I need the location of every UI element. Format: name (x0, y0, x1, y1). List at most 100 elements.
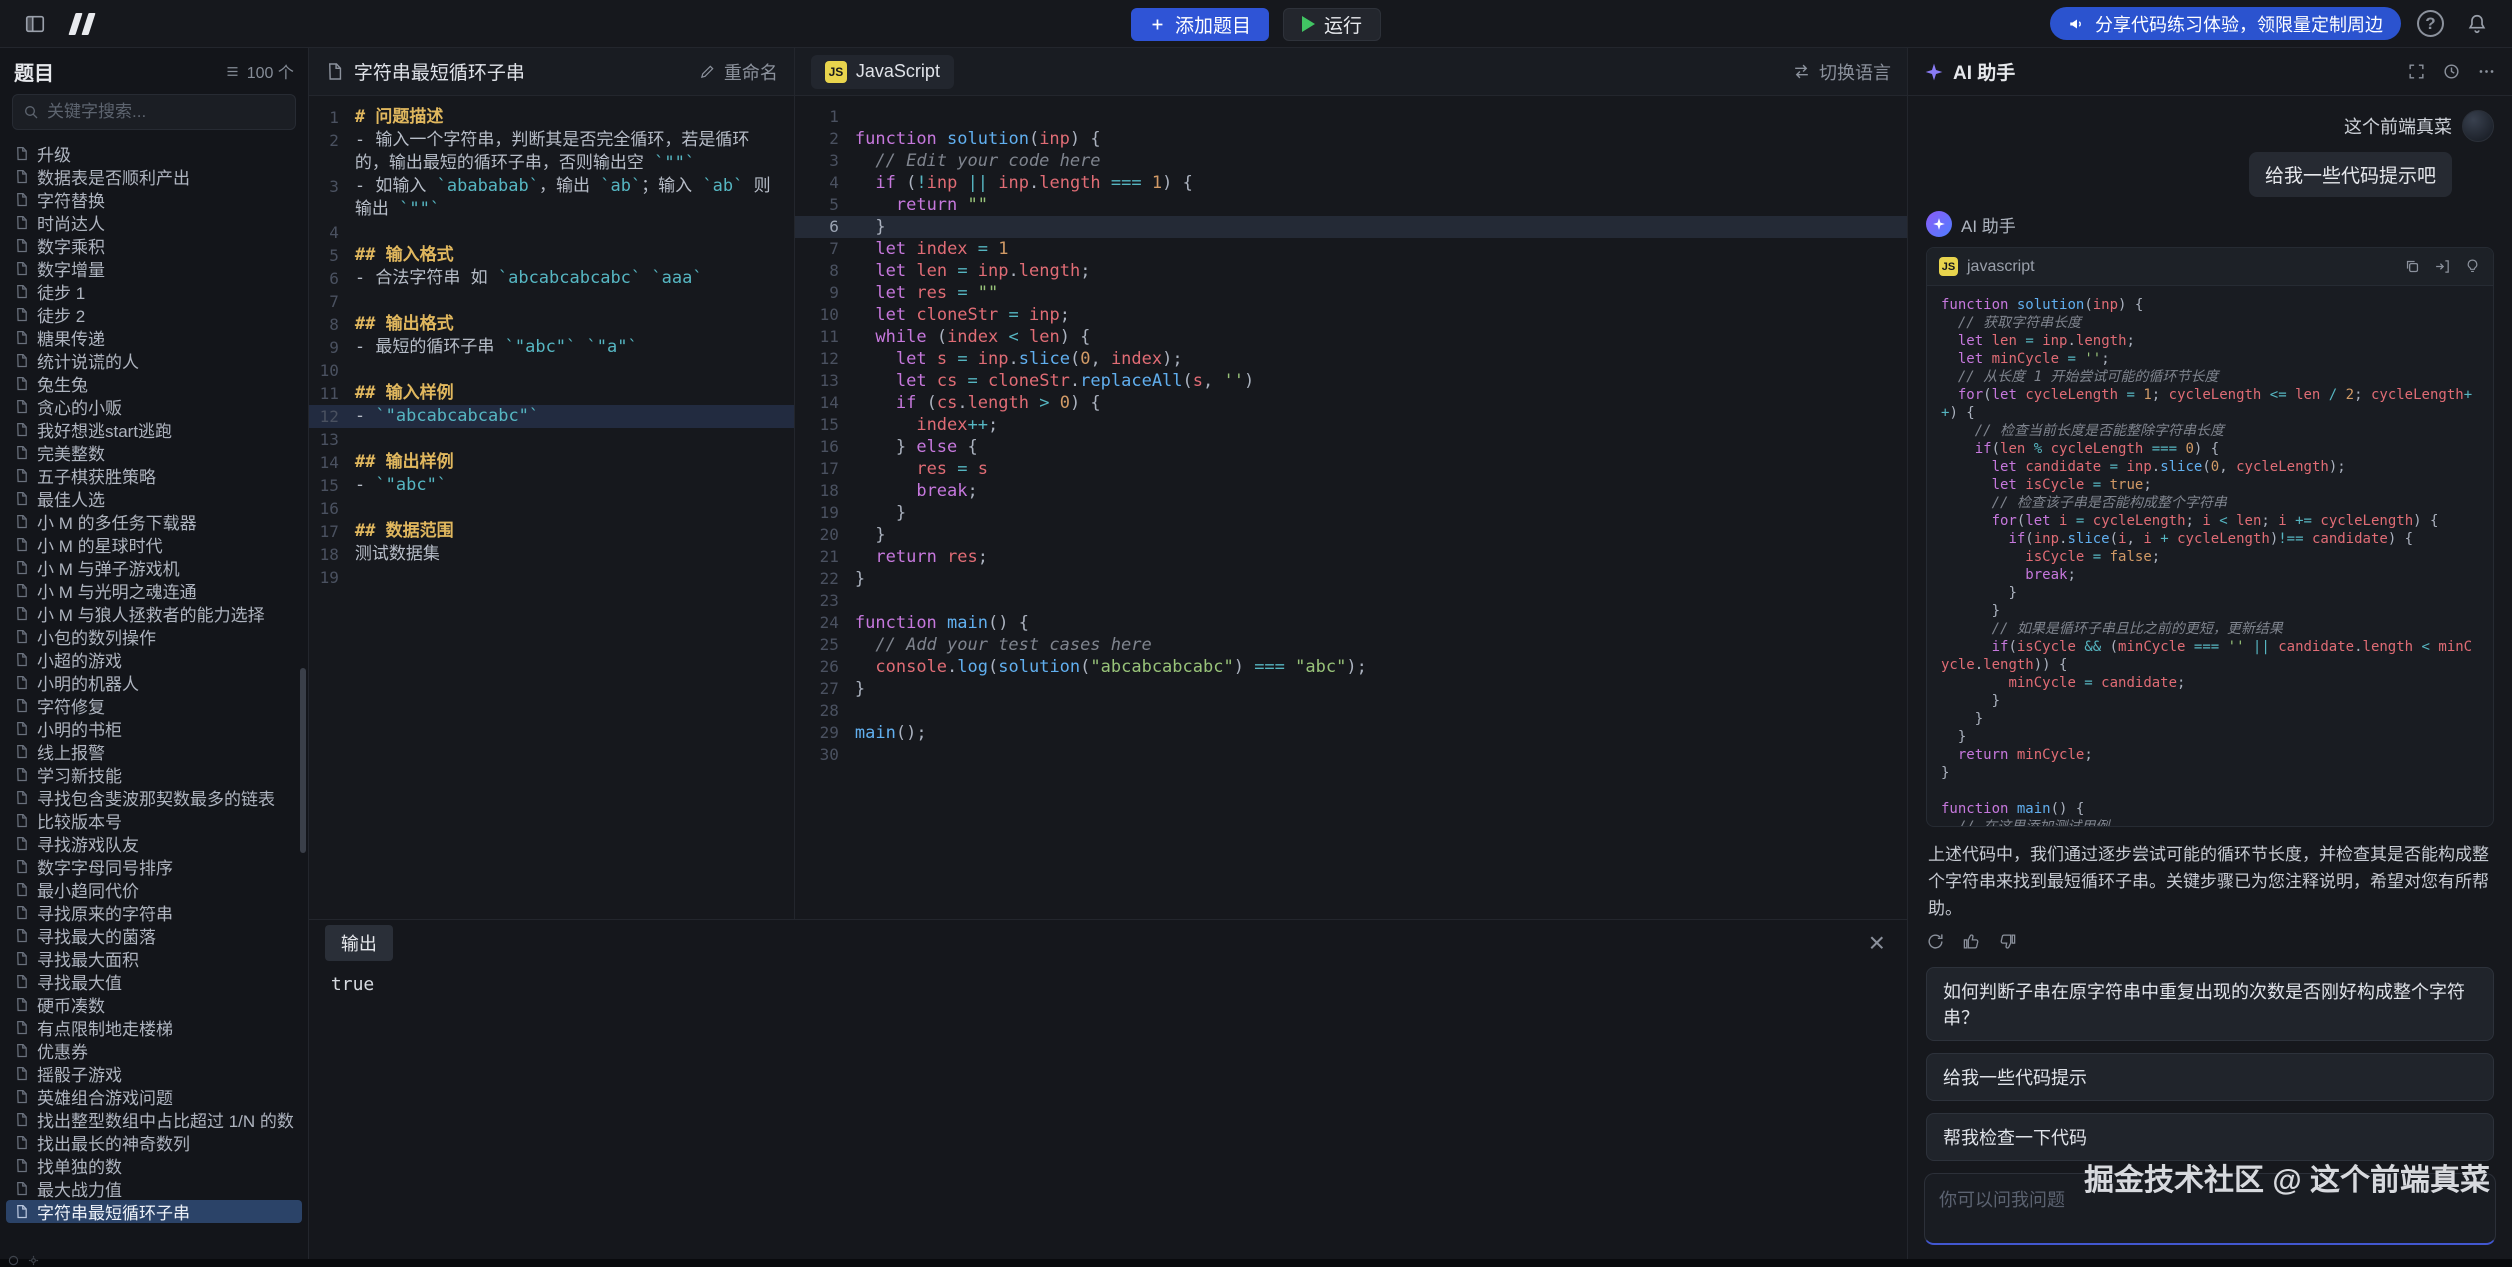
sidebar-item[interactable]: 有点限制地走楼梯 (6, 1016, 302, 1039)
bottom-strip (0, 1259, 2512, 1267)
line-number: 3 (795, 150, 855, 172)
app-logo[interactable] (68, 13, 96, 35)
sidebar-item[interactable]: 小明的机器人 (6, 671, 302, 694)
sidebar-item[interactable]: 数据表是否顺利产出 (6, 165, 302, 188)
output-tab[interactable]: 输出 (325, 925, 393, 961)
sidebar-item[interactable]: 贪心的小贩 (6, 395, 302, 418)
sidebar-item[interactable]: 英雄组合游戏问题 (6, 1085, 302, 1108)
sidebar-item-label: 最佳人选 (37, 487, 105, 510)
tab-javascript[interactable]: JS JavaScript (811, 55, 954, 89)
help-icon[interactable]: ? (2417, 10, 2444, 37)
problem-description[interactable]: 1# 问题描述2- 输入一个字符串，判断其是否完全循环，若是循环的，输出最短的循… (309, 96, 794, 919)
expand-icon[interactable] (2407, 62, 2426, 81)
switch-language-button[interactable]: 切换语言 (1792, 59, 1891, 85)
sidebar-item[interactable]: 小 M 与光明之魂连通 (6, 579, 302, 602)
sidebar-item[interactable]: 数字增量 (6, 257, 302, 280)
sidebar-item[interactable]: 寻找包含斐波那契数最多的链表 (6, 786, 302, 809)
rename-button[interactable]: 重命名 (699, 59, 778, 85)
sidebar-item[interactable]: 五子棋获胜策略 (6, 464, 302, 487)
sidebar-item[interactable]: 最大战力值 (6, 1177, 302, 1200)
search-input[interactable] (47, 102, 285, 122)
ai-code-line: let isCycle = true; (1941, 476, 2479, 494)
thumbs-down-icon[interactable] (1998, 932, 2017, 951)
line-number: 11 (309, 382, 355, 405)
ai-question-input[interactable] (1924, 1173, 2496, 1245)
regenerate-icon[interactable] (1926, 932, 1945, 951)
sidebar-item[interactable]: 摇骰子游戏 (6, 1062, 302, 1085)
logo-bar (68, 13, 82, 35)
sidebar-item-label: 徒步 2 (37, 303, 85, 326)
sidebar-item-label: 贪心的小贩 (37, 395, 122, 418)
sidebar-item[interactable]: 字符替换 (6, 188, 302, 211)
sidebar-item[interactable]: 找出整型数组中占比超过 1/N 的数 (6, 1108, 302, 1131)
more-icon[interactable] (2477, 62, 2496, 81)
search-box[interactable] (12, 94, 296, 130)
close-icon[interactable]: × (1863, 929, 1891, 957)
sidebar-toggle-icon[interactable] (18, 7, 52, 41)
insert-code-icon[interactable] (2434, 258, 2451, 275)
sidebar-item[interactable]: 字符串最短循环子串 (6, 1200, 302, 1223)
sidebar-item[interactable]: 升级 (6, 142, 302, 165)
status-gear-icon[interactable] (28, 1255, 39, 1266)
sidebar-item[interactable]: 小 M 的多任务下载器 (6, 510, 302, 533)
ai-code-line: let minCycle = ''; (1941, 350, 2479, 368)
promo-banner[interactable]: 分享代码练习体验，领限量定制周边 (2050, 7, 2401, 40)
sidebar-item[interactable]: 时尚达人 (6, 211, 302, 234)
sidebar-item[interactable]: 小超的游戏 (6, 648, 302, 671)
sidebar-item[interactable]: 字符修复 (6, 694, 302, 717)
ai-code-line: } (1941, 764, 2479, 782)
sidebar-item[interactable]: 糖果传递 (6, 326, 302, 349)
sidebar-item[interactable]: 找出最长的神奇数列 (6, 1131, 302, 1154)
sidebar-item[interactable]: 优惠券 (6, 1039, 302, 1062)
document-icon (14, 422, 29, 437)
code-line: 23 (795, 590, 1907, 612)
line-number: 17 (795, 458, 855, 480)
sidebar-item[interactable]: 小 M 与弹子游戏机 (6, 556, 302, 579)
bell-icon[interactable] (2460, 7, 2494, 41)
sidebar-item[interactable]: 完美整数 (6, 441, 302, 464)
code-line: 4 (309, 221, 794, 244)
sidebar-item[interactable]: 找单独的数 (6, 1154, 302, 1177)
suggested-question-chip[interactable]: 帮我检查一下代码 (1926, 1113, 2494, 1161)
sidebar-item[interactable]: 寻找游戏队友 (6, 832, 302, 855)
sidebar-item[interactable]: 徒步 2 (6, 303, 302, 326)
sidebar-item[interactable]: 硬币凑数 (6, 993, 302, 1016)
sidebar-item[interactable]: 徒步 1 (6, 280, 302, 303)
document-icon (14, 192, 29, 207)
sidebar-item[interactable]: 小 M 的星球时代 (6, 533, 302, 556)
lightbulb-icon[interactable] (2464, 258, 2481, 275)
sidebar-item[interactable]: 寻找最大的菌落 (6, 924, 302, 947)
line-number: 8 (795, 260, 855, 282)
sidebar-item[interactable]: 学习新技能 (6, 763, 302, 786)
history-icon[interactable] (2442, 62, 2461, 81)
sidebar-item[interactable]: 寻找最大值 (6, 970, 302, 993)
sidebar-item[interactable]: 数字乘积 (6, 234, 302, 257)
suggested-question-chip[interactable]: 如何判断子串在原字符串中重复出现的次数是否刚好构成整个字符串？ (1926, 967, 2494, 1041)
sidebar-item[interactable]: 小 M 与狼人拯救者的能力选择 (6, 602, 302, 625)
code-editor[interactable]: 12function solution(inp) {3 // Edit your… (795, 96, 1907, 919)
sidebar-item[interactable]: 兔生兔 (6, 372, 302, 395)
sidebar-item-label: 学习新技能 (37, 763, 122, 786)
sidebar-item[interactable]: 小包的数列操作 (6, 625, 302, 648)
line-number: 5 (795, 194, 855, 216)
sidebar-item[interactable]: 寻找原来的字符串 (6, 901, 302, 924)
sidebar-item[interactable]: 最小趋同代价 (6, 878, 302, 901)
sidebar-item[interactable]: 比较版本号 (6, 809, 302, 832)
thumbs-up-icon[interactable] (1962, 932, 1981, 951)
sidebar-item[interactable]: 线上报警 (6, 740, 302, 763)
sidebar-item[interactable]: 最佳人选 (6, 487, 302, 510)
status-circle-icon[interactable] (8, 1255, 19, 1266)
suggested-question-chip[interactable]: 给我一些代码提示 (1926, 1053, 2494, 1101)
add-problem-button[interactable]: 添加题目 (1131, 8, 1269, 41)
run-button[interactable]: 运行 (1283, 8, 1381, 41)
sidebar-item[interactable]: 数字字母同号排序 (6, 855, 302, 878)
sidebar-item[interactable]: 寻找最大面积 (6, 947, 302, 970)
add-problem-label: 添加题目 (1175, 11, 1251, 38)
sidebar-item[interactable]: 小明的书柜 (6, 717, 302, 740)
code-line: 2- 输入一个字符串，判断其是否完全循环，若是循环的，输出最短的循环子串，否则输… (309, 129, 794, 175)
sidebar-scrollbar[interactable] (300, 668, 306, 853)
code-line: 22} (795, 568, 1907, 590)
sidebar-item[interactable]: 我好想逃start逃跑 (6, 418, 302, 441)
copy-icon[interactable] (2404, 258, 2421, 275)
sidebar-item[interactable]: 统计说谎的人 (6, 349, 302, 372)
